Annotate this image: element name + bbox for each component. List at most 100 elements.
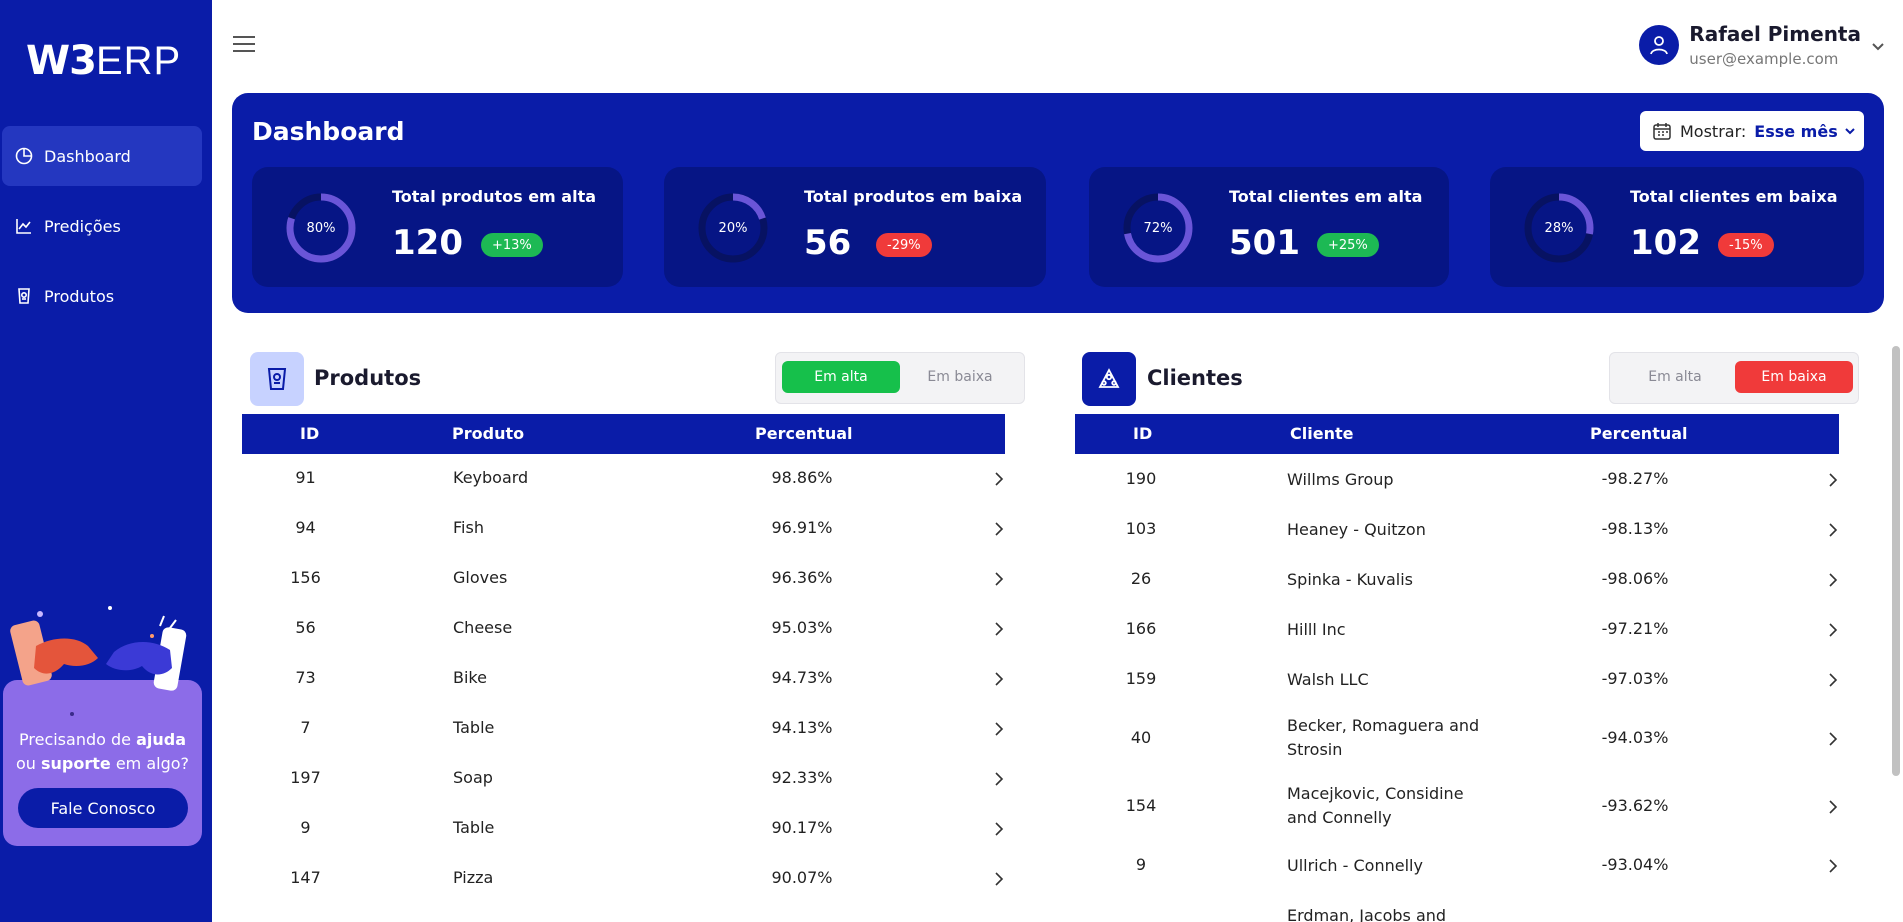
table-row[interactable]: 147 Pizza 90.07% xyxy=(242,854,1005,904)
handshake-illustration xyxy=(10,606,187,716)
chevron-right-icon[interactable] xyxy=(993,772,1005,786)
row-client: Hilll Inc xyxy=(1287,618,1346,642)
table-row[interactable]: 9 Table 90.17% xyxy=(242,804,1005,854)
toggle-em-alta[interactable]: Em alta xyxy=(782,361,900,393)
panel-title: Produtos xyxy=(314,366,422,390)
chevron-right-icon[interactable] xyxy=(1827,473,1839,487)
table-row[interactable]: 7 Table 94.13% xyxy=(242,704,1005,754)
column-header[interactable]: Percentual xyxy=(1590,424,1688,443)
row-percent: 96.36% xyxy=(771,568,833,587)
chevron-right-icon[interactable] xyxy=(1827,623,1839,637)
row-id: 9 xyxy=(300,818,311,837)
row-client: Ullrich - Connelly xyxy=(1287,854,1423,878)
pie-chart-icon xyxy=(15,147,33,165)
column-header[interactable]: ID xyxy=(300,424,319,443)
table-row[interactable]: 156 Gloves 96.36% xyxy=(242,554,1005,604)
clients-icon xyxy=(1082,352,1136,406)
stat-badge: +25% xyxy=(1317,233,1379,257)
row-client: Heaney - Quitzon xyxy=(1287,518,1426,542)
logo-erp: ERP xyxy=(95,39,182,83)
column-header[interactable]: Percentual xyxy=(755,424,853,443)
sidebar-item-predicoes[interactable]: Predições xyxy=(2,196,202,256)
chevron-right-icon[interactable] xyxy=(1827,800,1839,814)
logo[interactable]: W3ERP xyxy=(26,38,181,84)
chevron-right-icon[interactable] xyxy=(993,522,1005,536)
row-percent: 90.17% xyxy=(771,818,833,837)
chevron-down-icon[interactable] xyxy=(1871,42,1885,52)
scrollbar-thumb[interactable] xyxy=(1892,346,1900,776)
row-percent: 92.33% xyxy=(771,768,833,787)
period-filter-dropdown[interactable]: Mostrar: Esse mês xyxy=(1640,111,1864,151)
row-id: 197 xyxy=(290,768,321,787)
chevron-down-icon xyxy=(1845,128,1855,135)
stat-title: Total clientes em alta xyxy=(1229,187,1423,206)
table-row[interactable]: 94 Fish 96.91% xyxy=(242,504,1005,554)
row-product: Cheese xyxy=(453,618,513,637)
row-client: Walsh LLC xyxy=(1287,668,1369,692)
dashboard-banner: Dashboard Mostrar: Esse mês 80% Total pr… xyxy=(232,93,1884,313)
row-client-line: and Connelly xyxy=(1287,808,1392,827)
chevron-right-icon[interactable] xyxy=(993,872,1005,886)
table-row[interactable]: 190 Willms Group -98.27% xyxy=(1075,454,1839,504)
row-product: Fish xyxy=(453,518,484,537)
stat-card-produtos-baixa: 20% Total produtos em baixa 56 -29% xyxy=(664,167,1046,287)
chevron-right-icon[interactable] xyxy=(1827,859,1839,873)
sidebar-item-dashboard[interactable]: Dashboard xyxy=(2,126,202,186)
sidebar-item-label: Predições xyxy=(44,216,121,236)
contact-button[interactable]: Fale Conosco xyxy=(18,788,188,828)
chevron-right-icon[interactable] xyxy=(1827,673,1839,687)
stat-title: Total produtos em baixa xyxy=(804,187,1023,206)
toggle-em-alta[interactable]: Em alta xyxy=(1616,361,1734,393)
table-row[interactable]: 9 Ullrich - Connelly -93.04% xyxy=(1075,840,1839,890)
page-scrollbar[interactable] xyxy=(1891,330,1901,922)
table-row[interactable]: 166 Hilll Inc -97.21% xyxy=(1075,604,1839,654)
progress-ring-label: 80% xyxy=(306,220,336,236)
row-id: 91 xyxy=(295,468,316,487)
row-percent: -94.03% xyxy=(1601,728,1669,747)
column-header[interactable]: ID xyxy=(1133,424,1152,443)
toggle-em-baixa[interactable]: Em baixa xyxy=(1735,361,1853,393)
page-title: Dashboard xyxy=(252,117,405,146)
filter-value: Esse mês xyxy=(1754,121,1838,141)
table-row[interactable]: 73 Bike 94.73% xyxy=(242,654,1005,704)
column-header[interactable]: Cliente xyxy=(1290,424,1353,443)
chevron-right-icon[interactable] xyxy=(993,672,1005,686)
table-row[interactable]: 159 Walsh LLC -97.03% xyxy=(1075,654,1839,704)
user-menu[interactable]: Rafael Pimenta user@example.com xyxy=(1639,22,1885,68)
table-row[interactable]: 40 Becker, Romaguera and Strosin -94.03% xyxy=(1075,704,1839,772)
table-row[interactable]: Erdman, Jacobs and xyxy=(1075,890,1839,922)
hamburger-menu-icon[interactable] xyxy=(232,34,256,54)
stat-value: 120 xyxy=(392,223,463,263)
table-row[interactable]: 56 Cheese 95.03% xyxy=(242,604,1005,654)
sidebar-item-produtos[interactable]: Produtos xyxy=(2,266,202,326)
chevron-right-icon[interactable] xyxy=(993,622,1005,636)
row-client-line: Erdman, Jacobs and xyxy=(1287,906,1447,922)
table-row[interactable]: 103 Heaney - Quitzon -98.13% xyxy=(1075,504,1839,554)
chevron-right-icon[interactable] xyxy=(1827,573,1839,587)
row-client-line: Becker, Romaguera and xyxy=(1287,716,1480,735)
table-row[interactable]: 26 Spinka - Kuvalis -98.06% xyxy=(1075,554,1839,604)
logo-w3: W3 xyxy=(26,38,97,84)
chevron-right-icon[interactable] xyxy=(993,722,1005,736)
chevron-right-icon[interactable] xyxy=(1827,732,1839,746)
filter-label: Mostrar: xyxy=(1680,121,1747,141)
row-client: Willms Group xyxy=(1287,468,1394,492)
progress-ring-label: 72% xyxy=(1143,220,1173,236)
column-header[interactable]: Produto xyxy=(452,424,524,443)
toggle-em-baixa[interactable]: Em baixa xyxy=(901,361,1019,393)
row-client: Spinka - Kuvalis xyxy=(1287,568,1413,592)
stat-value: 102 xyxy=(1630,223,1701,263)
user-info: Rafael Pimenta user@example.com xyxy=(1689,22,1861,68)
chevron-right-icon[interactable] xyxy=(993,572,1005,586)
row-percent: -93.62% xyxy=(1601,796,1669,815)
row-id: 154 xyxy=(1125,796,1157,815)
table-row[interactable]: 197 Soap 92.33% xyxy=(242,754,1005,804)
chevron-right-icon[interactable] xyxy=(993,472,1005,486)
table-row[interactable]: 154 Macejkovic, Considine and Connelly -93.… xyxy=(1075,772,1839,840)
clientes-trend-toggle: Em alta Em baixa xyxy=(1609,352,1859,404)
table-row[interactable]: 91 Keyboard 98.86% xyxy=(242,454,1005,504)
help-text-part: Precisando de xyxy=(19,730,137,749)
row-percent: -97.21% xyxy=(1601,619,1669,638)
chevron-right-icon[interactable] xyxy=(1827,523,1839,537)
chevron-right-icon[interactable] xyxy=(993,822,1005,836)
